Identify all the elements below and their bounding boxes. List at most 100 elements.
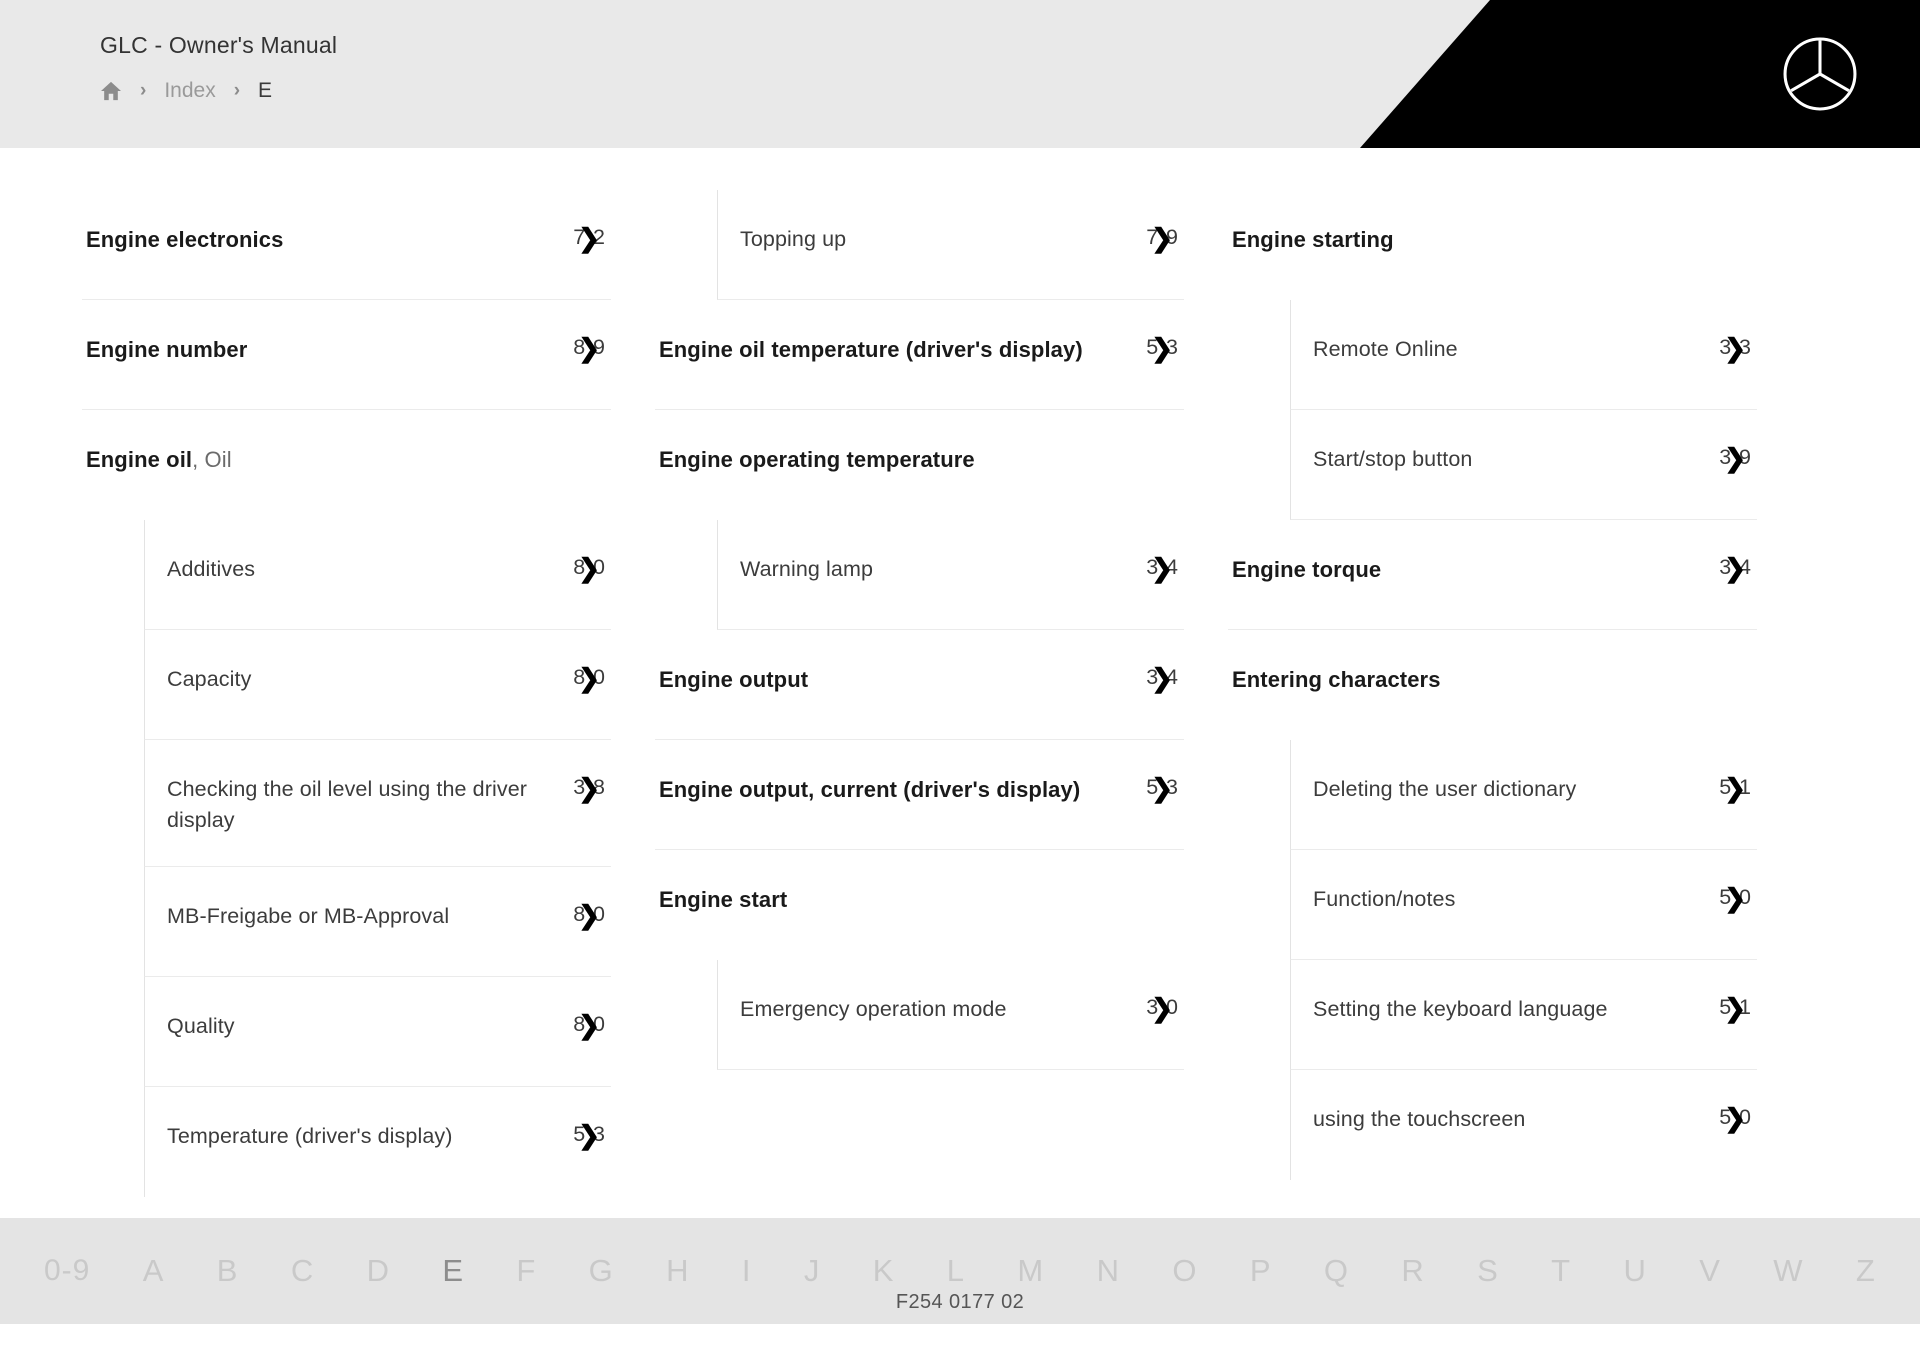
index-entry[interactable]: Emergency operation mode 3 ❯ 0 xyxy=(717,960,1184,1070)
page-reference[interactable]: 7 ❯ 2 xyxy=(573,223,607,253)
page-reference[interactable]: 5 ❯ 3 xyxy=(1146,334,1180,362)
chevron-right-icon: ❯ xyxy=(1724,993,1747,1023)
page-reference[interactable]: 3 ❯ 4 xyxy=(1146,554,1180,582)
index-entry[interactable]: Engine torque 3 ❯ 4 xyxy=(1228,520,1757,630)
page-reference[interactable]: 8 ❯ 0 xyxy=(573,901,607,929)
alphabet-letter-u[interactable]: U xyxy=(1623,1253,1646,1289)
alphabet-letter-s[interactable]: S xyxy=(1477,1253,1499,1289)
page-reference[interactable]: 8 ❯ 0 xyxy=(573,1011,607,1039)
index-entry-label: Setting the keyboard language xyxy=(1313,997,1608,1021)
alphabet-letter-q[interactable]: Q xyxy=(1324,1253,1349,1289)
index-entry-label: Temperature (driver's display) xyxy=(167,1124,453,1148)
index-entry[interactable]: Checking the oil level using the driver … xyxy=(144,740,611,867)
page-reference[interactable]: 8 ❯ 0 xyxy=(573,554,607,582)
index-entry[interactable]: Engine number 8 ❯ 9 xyxy=(82,300,611,410)
index-entry[interactable]: Deleting the user dictionary 5 ❯ 1 xyxy=(1290,740,1757,850)
alphabet-letter-p[interactable]: P xyxy=(1250,1253,1272,1289)
page-reference[interactable]: 5 ❯ 0 xyxy=(1719,1103,1753,1133)
chevron-right-icon: ❯ xyxy=(1724,333,1747,363)
index-entry[interactable]: Warning lamp 3 ❯ 4 xyxy=(717,520,1184,630)
alphabet-letter-e[interactable]: E xyxy=(442,1253,464,1289)
page-reference[interactable]: 5 ❯ 0 xyxy=(1719,883,1753,913)
index-entry[interactable]: Quality 8 ❯ 0 xyxy=(144,977,611,1087)
home-icon[interactable] xyxy=(100,81,122,101)
index-entry-label: Topping up xyxy=(740,227,847,251)
index-entry-label: Quality xyxy=(167,1014,235,1038)
chevron-right-icon: ❯ xyxy=(1151,663,1174,693)
breadcrumb-separator-1: › xyxy=(140,80,147,101)
alphabet-letter-f[interactable]: F xyxy=(516,1253,536,1289)
alphabet-letter-t[interactable]: T xyxy=(1551,1253,1571,1289)
index-entry-label: Start/stop button xyxy=(1313,447,1473,471)
index-entry-label: Capacity xyxy=(167,667,252,691)
index-entry[interactable]: Capacity 8 ❯ 0 xyxy=(144,630,611,740)
alphabet-letter-o[interactable]: O xyxy=(1172,1253,1197,1289)
index-content: Engine electronics 7 ❯ 2 Engine number 8 ❯ 9 Eng… xyxy=(0,148,1920,1324)
alphabet-letter-a[interactable]: A xyxy=(143,1253,165,1289)
page-reference[interactable]: 8 ❯ 0 xyxy=(573,664,607,692)
index-entry[interactable]: Remote Online 3 ❯ 3 xyxy=(1290,300,1757,410)
index-entry[interactable]: using the touchscreen 5 ❯ 0 xyxy=(1290,1070,1757,1180)
index-entry[interactable]: Engine electronics 7 ❯ 2 xyxy=(82,190,611,300)
index-entry-label: Engine torque xyxy=(1232,557,1382,582)
index-entry[interactable]: Entering characters xyxy=(1228,630,1757,740)
index-entry[interactable]: Start/stop button 3 ❯ 9 xyxy=(1290,410,1757,520)
breadcrumb-item-e[interactable]: E xyxy=(258,79,272,103)
alphabet-letter-d[interactable]: D xyxy=(367,1253,390,1289)
alphabet-letter-g[interactable]: G xyxy=(589,1253,614,1289)
page-reference[interactable]: 3 ❯ 4 xyxy=(1719,554,1753,582)
index-entry[interactable]: Temperature (driver's display) 5 ❯ 3 xyxy=(144,1087,611,1197)
page-reference[interactable]: 5 ❯ 1 xyxy=(1719,774,1753,802)
chevron-right-icon: ❯ xyxy=(578,333,601,363)
page-title: GLC - Owner's Manual xyxy=(100,32,338,58)
index-column-1: Engine electronics 7 ❯ 2 Engine number 8 ❯ 9 Eng… xyxy=(60,190,633,1324)
alphabet-letter-c[interactable]: C xyxy=(291,1253,314,1289)
page-reference[interactable]: 3 ❯ 0 xyxy=(1146,994,1180,1022)
alphabet-letter-b[interactable]: B xyxy=(217,1253,239,1289)
page-reference[interactable]: 3 ❯ 9 xyxy=(1719,444,1753,472)
alphabet-letter-r[interactable]: R xyxy=(1401,1253,1424,1289)
alphabet-letter-k[interactable]: K xyxy=(873,1253,895,1289)
index-entry[interactable]: Engine oil, Oil xyxy=(82,410,611,520)
page-reference[interactable]: 5 ❯ 3 xyxy=(1146,774,1180,802)
index-entry[interactable]: Engine output 3 ❯ 4 xyxy=(655,630,1184,740)
index-column-2: Topping up 7 ❯ 9 Engine oil temperature (dri… xyxy=(633,190,1206,1324)
page-reference[interactable]: 8 ❯ 9 xyxy=(573,333,607,363)
index-entry-label: Engine oil, Oil xyxy=(86,447,232,472)
index-entry[interactable]: Engine operating temperature xyxy=(655,410,1184,520)
index-entry-label: using the touchscreen xyxy=(1313,1107,1526,1131)
index-entry[interactable]: Function/notes 5 ❯ 0 xyxy=(1290,850,1757,960)
index-entry[interactable]: MB-Freigabe or MB-Approval 8 ❯ 0 xyxy=(144,867,611,977)
index-entry[interactable]: Engine start xyxy=(655,850,1184,960)
chevron-right-icon: ❯ xyxy=(578,223,601,253)
chevron-right-icon: ❯ xyxy=(1724,883,1747,913)
breadcrumb-item-index[interactable]: Index xyxy=(164,79,215,103)
page-reference[interactable]: 5 ❯ 3 xyxy=(573,1121,607,1149)
alphabet-letter-w[interactable]: W xyxy=(1773,1253,1803,1289)
index-entry[interactable]: Setting the keyboard language 5 ❯ 1 xyxy=(1290,960,1757,1070)
index-entry[interactable]: Topping up 7 ❯ 9 xyxy=(717,190,1184,300)
index-entry[interactable]: Engine oil temperature (driver's display… xyxy=(655,300,1184,410)
index-entry[interactable]: Engine starting xyxy=(1228,190,1757,300)
alphabet-letter-l[interactable]: L xyxy=(947,1253,965,1289)
index-entry-label: Engine start xyxy=(659,887,788,912)
page-reference[interactable]: 3 ❯ 4 xyxy=(1146,663,1180,693)
alphabet-letter-09[interactable]: 0-9 xyxy=(44,1254,90,1288)
index-entry[interactable]: Additives 8 ❯ 0 xyxy=(144,520,611,630)
alphabet-letter-j[interactable]: J xyxy=(804,1253,821,1289)
page-reference[interactable]: 3 ❯ 8 xyxy=(573,773,607,803)
index-entry-label: Warning lamp xyxy=(740,557,874,581)
page-reference[interactable]: 5 ❯ 1 xyxy=(1719,993,1753,1023)
chevron-right-icon: ❯ xyxy=(578,773,601,803)
page-header: GLC - Owner's Manual › Index › E xyxy=(0,0,1920,148)
alphabet-letter-i[interactable]: I xyxy=(742,1253,752,1289)
alphabet-letter-v[interactable]: V xyxy=(1699,1253,1721,1289)
alphabet-letter-n[interactable]: N xyxy=(1097,1253,1120,1289)
alphabet-letter-z[interactable]: Z xyxy=(1856,1253,1876,1289)
page-reference[interactable]: 3 ❯ 3 xyxy=(1719,333,1753,363)
index-entry[interactable]: Engine output, current (driver's display… xyxy=(655,740,1184,850)
alphabet-letter-h[interactable]: H xyxy=(666,1253,689,1289)
page-reference[interactable]: 7 ❯ 9 xyxy=(1146,224,1180,252)
alphabet-letter-m[interactable]: M xyxy=(1017,1253,1044,1289)
chevron-right-icon: ❯ xyxy=(1724,1103,1747,1133)
